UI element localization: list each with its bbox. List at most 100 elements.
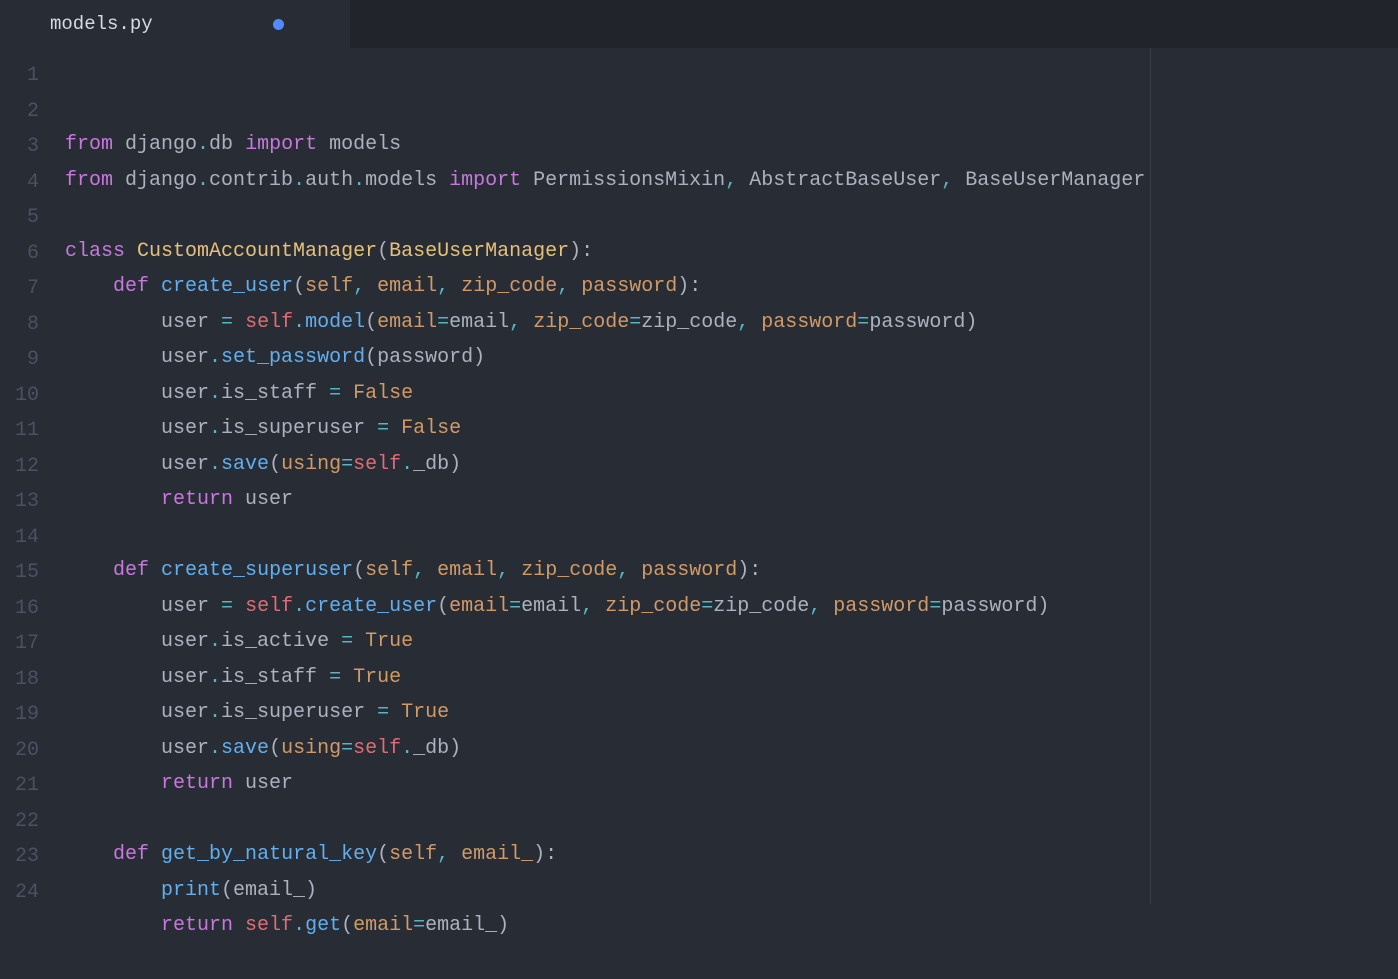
token-plain: user — [65, 346, 209, 369]
token-plain — [389, 701, 401, 724]
token-plain — [749, 311, 761, 334]
token-op: . — [293, 311, 305, 334]
token-fn: model — [305, 311, 365, 334]
code-line[interactable]: from django.db import models — [65, 127, 1398, 163]
line-number: 16 — [0, 591, 65, 627]
token-fn: create_user — [305, 595, 437, 618]
code-line[interactable] — [65, 198, 1398, 234]
token-op: . — [209, 453, 221, 476]
code-line[interactable]: user.is_active = True — [65, 624, 1398, 660]
token-plain — [821, 595, 833, 618]
token-plain — [509, 559, 521, 582]
line-number: 3 — [0, 129, 65, 165]
token-plain: ( — [293, 275, 305, 298]
line-number: 10 — [0, 378, 65, 414]
token-op: . — [197, 169, 209, 192]
line-number: 5 — [0, 200, 65, 236]
token-op: . — [401, 737, 413, 760]
token-plain: zip_code — [713, 595, 809, 618]
code-line[interactable] — [65, 944, 1398, 979]
token-op: , — [941, 169, 953, 192]
token-self: self — [353, 737, 401, 760]
token-plain: models — [365, 169, 449, 192]
token-param: zip_code — [461, 275, 557, 298]
line-number: 11 — [0, 413, 65, 449]
code-line[interactable]: user = self.model(email=email, zip_code=… — [65, 305, 1398, 341]
token-plain: (email_) — [221, 879, 317, 902]
token-plain — [593, 595, 605, 618]
code-line[interactable]: user.save(using=self._db) — [65, 447, 1398, 483]
code-line[interactable]: return user — [65, 766, 1398, 802]
code-content[interactable]: from django.db import modelsfrom django.… — [65, 48, 1398, 904]
line-number: 21 — [0, 768, 65, 804]
code-line[interactable]: user.is_superuser = False — [65, 411, 1398, 447]
token-op: . — [209, 630, 221, 653]
token-plain — [233, 311, 245, 334]
token-plain: user — [65, 666, 209, 689]
code-line[interactable] — [65, 518, 1398, 554]
token-plain: is_staff — [221, 382, 329, 405]
token-plain: user — [65, 701, 209, 724]
token-param: self — [389, 843, 437, 866]
code-line[interactable]: def create_superuser(self, email, zip_co… — [65, 553, 1398, 589]
line-number: 19 — [0, 697, 65, 733]
line-number: 18 — [0, 662, 65, 698]
code-line[interactable]: user.save(using=self._db) — [65, 731, 1398, 767]
token-plain: email — [449, 311, 509, 334]
token-self: self — [245, 595, 293, 618]
token-kw: def — [113, 559, 149, 582]
code-line[interactable]: user.is_staff = False — [65, 376, 1398, 412]
token-plain: ( — [365, 311, 377, 334]
code-line[interactable]: from django.contrib.auth.models import P… — [65, 163, 1398, 199]
token-op: . — [209, 737, 221, 760]
line-number: 4 — [0, 165, 65, 201]
code-line[interactable]: print(email_) — [65, 873, 1398, 909]
token-op: = — [221, 595, 233, 618]
code-line[interactable]: user = self.create_user(email=email, zip… — [65, 589, 1398, 625]
token-plain: user — [65, 737, 209, 760]
token-plain: _db) — [413, 737, 461, 760]
token-kw: return — [161, 488, 233, 511]
token-plain: is_staff — [221, 666, 329, 689]
code-line[interactable]: user.set_password(password) — [65, 340, 1398, 376]
code-line[interactable]: return self.get(email=email_) — [65, 908, 1398, 944]
token-fn: get_by_natural_key — [161, 843, 377, 866]
line-number: 2 — [0, 94, 65, 130]
code-line[interactable]: user.is_superuser = True — [65, 695, 1398, 731]
token-op: , — [437, 843, 449, 866]
token-op: . — [197, 133, 209, 156]
token-op: . — [209, 382, 221, 405]
tab-models-py[interactable]: models.py — [0, 0, 350, 48]
line-number: 22 — [0, 804, 65, 840]
token-kw: from — [65, 169, 113, 192]
token-op: . — [401, 453, 413, 476]
code-line[interactable]: user.is_staff = True — [65, 660, 1398, 696]
line-number: 14 — [0, 520, 65, 556]
token-plain — [65, 879, 161, 902]
token-plain: PermissionsMixin — [521, 169, 725, 192]
code-line[interactable] — [65, 802, 1398, 838]
token-fn: print — [161, 879, 221, 902]
token-plain — [65, 914, 161, 937]
line-number: 17 — [0, 626, 65, 662]
line-number-gutter: 123456789101112131415161718192021222324 — [0, 48, 65, 904]
code-editor[interactable]: 123456789101112131415161718192021222324 … — [0, 48, 1398, 904]
token-op: . — [209, 666, 221, 689]
token-op: . — [293, 595, 305, 618]
token-op: , — [353, 275, 365, 298]
token-param: zip_code — [521, 559, 617, 582]
token-op: . — [353, 169, 365, 192]
code-line[interactable]: def get_by_natural_key(self, email_): — [65, 837, 1398, 873]
token-fn: set_password — [221, 346, 365, 369]
token-plain: models — [317, 133, 401, 156]
token-plain: BaseUserManager — [953, 169, 1145, 192]
token-op: , — [737, 311, 749, 334]
code-line[interactable]: class CustomAccountManager(BaseUserManag… — [65, 234, 1398, 270]
token-const: False — [401, 417, 461, 440]
code-line[interactable]: def create_user(self, email, zip_code, p… — [65, 269, 1398, 305]
code-line[interactable]: return user — [65, 482, 1398, 518]
token-op: . — [293, 169, 305, 192]
token-op: = — [221, 311, 233, 334]
token-const: True — [365, 630, 413, 653]
tab-bar: models.py — [0, 0, 1398, 48]
